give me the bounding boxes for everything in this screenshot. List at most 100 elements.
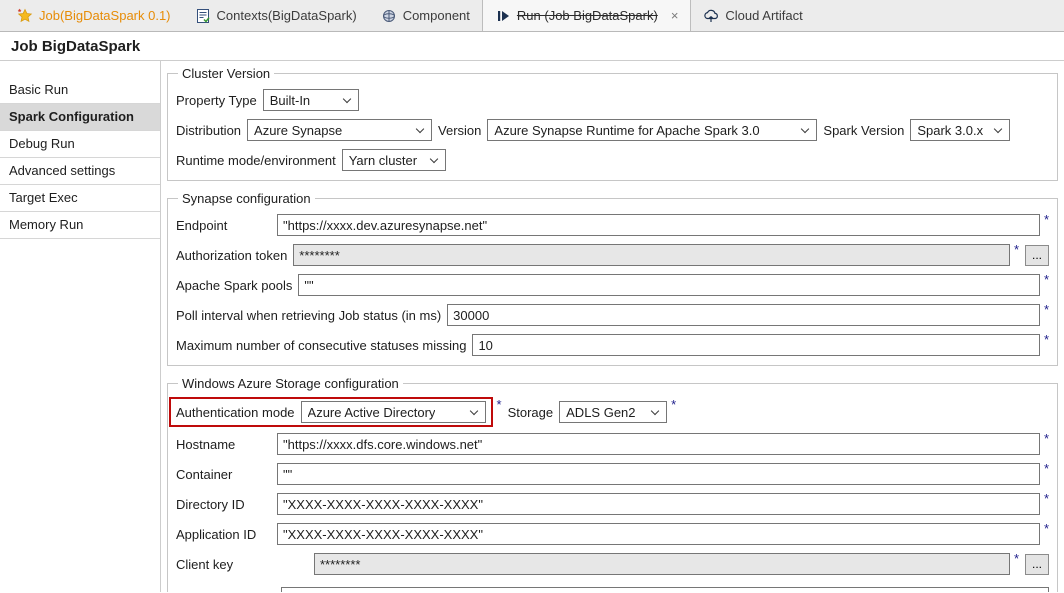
distribution-label: Distribution	[176, 123, 241, 138]
authentication-mode-select[interactable]: Azure Active Directory	[301, 401, 486, 423]
page-title: Job BigDataSpark	[11, 38, 140, 55]
deployment-blob-input[interactable]	[281, 587, 1049, 592]
storage-value: ADLS Gen2	[566, 405, 635, 420]
max-statuses-label: Maximum number of consecutive statuses m…	[176, 338, 466, 353]
spark-pools-input[interactable]	[298, 274, 1040, 296]
chevron-down-icon	[801, 124, 809, 132]
application-id-label: Application ID	[176, 527, 271, 542]
application-id-input[interactable]	[277, 523, 1040, 545]
group-title: Cluster Version	[178, 66, 274, 81]
version-select[interactable]: Azure Synapse Runtime for Apache Spark 3…	[487, 119, 817, 141]
spark-pools-row: Apache Spark pools *	[176, 274, 1049, 296]
content: Basic Run Spark Configuration Debug Run …	[0, 61, 1064, 592]
cloud-icon	[703, 8, 719, 24]
poll-interval-row: Poll interval when retrieving Job status…	[176, 304, 1049, 326]
group-cluster-version: Cluster Version Property Type Built-In D…	[167, 66, 1058, 181]
sidebar-item-basic-run[interactable]: Basic Run	[0, 77, 160, 104]
required-marker: *	[1044, 491, 1049, 506]
application-id-row: Application ID *	[176, 523, 1049, 545]
annotation-highlight: Authentication mode Azure Active Directo…	[169, 397, 493, 427]
authorization-token-row: Authorization token * ...	[176, 244, 1049, 266]
client-key-label: Client key	[176, 557, 308, 572]
storage-label: Storage	[508, 405, 554, 420]
client-key-input[interactable]	[314, 553, 1010, 575]
tab-run[interactable]: Run (Job BigDataSpark) ×	[482, 0, 692, 31]
required-marker: *	[1044, 461, 1049, 476]
authorization-token-ellipsis-button[interactable]: ...	[1025, 245, 1049, 266]
component-icon	[381, 8, 397, 24]
client-key-row: Client key * ...	[176, 553, 1049, 575]
hostname-input[interactable]	[277, 433, 1040, 455]
deployment-blob-row: Deployment Blob	[176, 587, 1049, 592]
chevron-down-icon	[342, 94, 350, 102]
runtime-mode-label: Runtime mode/environment	[176, 153, 336, 168]
max-statuses-row: Maximum number of consecutive statuses m…	[176, 334, 1049, 356]
tab-label: Component	[403, 8, 470, 23]
required-marker: *	[497, 397, 502, 412]
authentication-mode-value: Azure Active Directory	[308, 405, 436, 420]
runtime-mode-value: Yarn cluster	[349, 153, 417, 168]
sidebar-item-advanced-settings[interactable]: Advanced settings	[0, 158, 160, 185]
container-row: Container *	[176, 463, 1049, 485]
runtime-mode-select[interactable]: Yarn cluster	[342, 149, 446, 171]
tab-component[interactable]: Component	[369, 0, 482, 31]
max-statuses-input[interactable]	[472, 334, 1039, 356]
spark-version-label: Spark Version	[823, 123, 904, 138]
chevron-down-icon	[469, 406, 477, 414]
runtime-mode-row: Runtime mode/environment Yarn cluster	[176, 149, 1049, 171]
endpoint-row: Endpoint *	[176, 214, 1049, 236]
spark-version-select[interactable]: Spark 3.0.x	[910, 119, 1010, 141]
sidebar-item-memory-run[interactable]: Memory Run	[0, 212, 160, 239]
chevron-down-icon	[651, 406, 659, 414]
group-synapse-configuration: Synapse configuration Endpoint * Authori…	[167, 191, 1058, 366]
contexts-icon	[195, 8, 211, 24]
sidebar-item-spark-configuration[interactable]: Spark Configuration	[0, 104, 160, 131]
property-type-row: Property Type Built-In	[176, 89, 1049, 111]
run-view-sidebar: Basic Run Spark Configuration Debug Run …	[0, 61, 161, 592]
authorization-token-label: Authorization token	[176, 248, 287, 263]
property-type-select[interactable]: Built-In	[263, 89, 359, 111]
spark-pools-label: Apache Spark pools	[176, 278, 292, 293]
directory-id-label: Directory ID	[176, 497, 271, 512]
authorization-token-input[interactable]	[293, 244, 1010, 266]
storage-select[interactable]: ADLS Gen2	[559, 401, 667, 423]
application-window: Job(BigDataSpark 0.1) Contexts(BigDataSp…	[0, 0, 1064, 593]
required-marker: *	[1044, 272, 1049, 287]
sidebar-item-debug-run[interactable]: Debug Run	[0, 131, 160, 158]
required-marker: *	[1014, 551, 1019, 566]
version-label: Version	[438, 123, 481, 138]
chevron-down-icon	[416, 124, 424, 132]
group-title: Windows Azure Storage configuration	[178, 376, 403, 391]
group-title: Synapse configuration	[178, 191, 315, 206]
run-icon	[495, 8, 511, 24]
distribution-select[interactable]: Azure Synapse	[247, 119, 432, 141]
tab-contexts[interactable]: Contexts(BigDataSpark)	[183, 0, 369, 31]
version-value: Azure Synapse Runtime for Apache Spark 3…	[494, 123, 759, 138]
hostname-label: Hostname	[176, 437, 271, 452]
container-input[interactable]	[277, 463, 1040, 485]
tab-job-designer[interactable]: Job(BigDataSpark 0.1)	[5, 0, 183, 31]
close-icon[interactable]: ×	[671, 9, 679, 22]
tab-label: Job(BigDataSpark 0.1)	[39, 8, 171, 23]
tab-label: Run (Job BigDataSpark)	[517, 8, 658, 23]
sidebar-item-target-exec[interactable]: Target Exec	[0, 185, 160, 212]
endpoint-input[interactable]	[277, 214, 1040, 236]
authentication-mode-label: Authentication mode	[176, 405, 295, 420]
endpoint-label: Endpoint	[176, 218, 271, 233]
required-marker: *	[1044, 431, 1049, 446]
directory-id-input[interactable]	[277, 493, 1040, 515]
poll-interval-label: Poll interval when retrieving Job status…	[176, 308, 441, 323]
page-header: Job BigDataSpark	[0, 32, 1064, 61]
required-marker: *	[1044, 302, 1049, 317]
required-marker: *	[1044, 332, 1049, 347]
tab-cloud-artifact[interactable]: Cloud Artifact	[691, 0, 814, 31]
distribution-row: Distribution Azure Synapse Version Azure…	[176, 119, 1049, 141]
star-icon	[17, 8, 33, 24]
deployment-blob-label: Deployment Blob	[176, 591, 275, 593]
authentication-mode-row: Authentication mode Azure Active Directo…	[176, 399, 1049, 425]
client-key-ellipsis-button[interactable]: ...	[1025, 554, 1049, 575]
tab-label: Cloud Artifact	[725, 8, 802, 23]
required-marker: *	[1014, 242, 1019, 257]
required-marker: *	[671, 397, 676, 412]
poll-interval-input[interactable]	[447, 304, 1040, 326]
